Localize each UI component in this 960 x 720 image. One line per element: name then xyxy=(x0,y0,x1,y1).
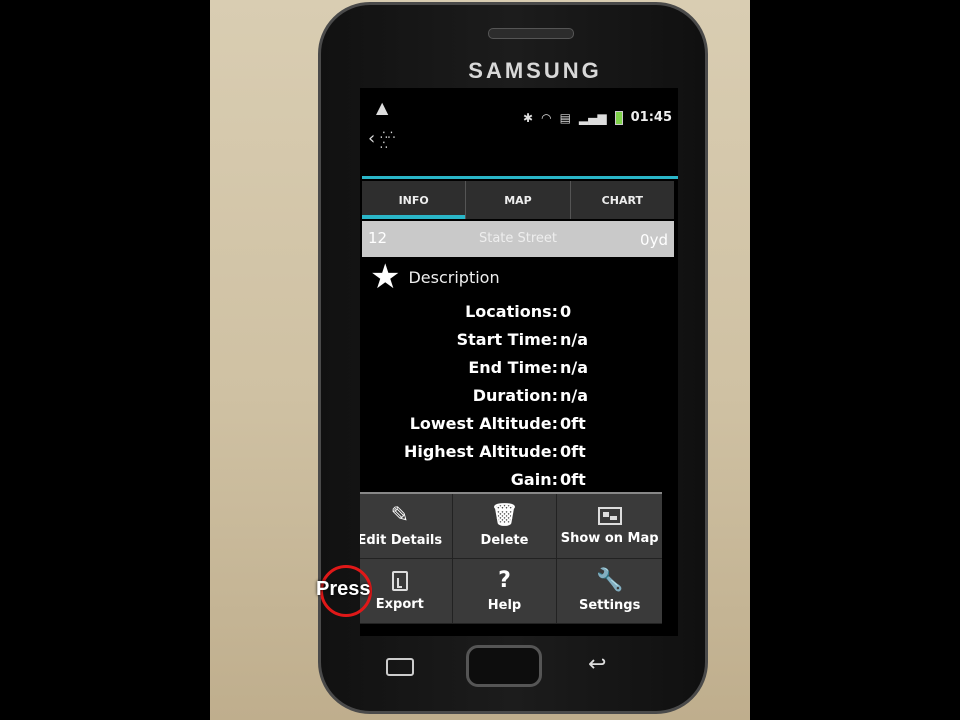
bluetooth-icon: ✱ xyxy=(523,110,534,125)
question-mark-icon: ? xyxy=(498,567,511,593)
stat-locations: Locations: 0 xyxy=(360,302,678,330)
hardware-home-button[interactable] xyxy=(466,645,542,687)
stat-value: 0 xyxy=(560,302,572,321)
stat-label: End Time: xyxy=(468,358,558,377)
description-row: ★ Description xyxy=(370,260,500,294)
stat-lowest-altitude: Lowest Altitude: 0ft xyxy=(360,414,678,442)
export-icon xyxy=(391,570,408,591)
app-bar-divider xyxy=(362,176,678,179)
settings-button[interactable]: 🔧 Settings xyxy=(557,559,662,624)
stat-label: Duration: xyxy=(472,386,558,405)
tab-chart[interactable]: CHART xyxy=(571,181,674,219)
back-icon[interactable]: ‹ xyxy=(368,128,375,149)
signal-icon: ▂▄▆ xyxy=(578,110,607,125)
track-title-row: 12 State Street 0yd xyxy=(362,221,674,257)
stat-label: Gain: xyxy=(510,470,558,489)
map-icon xyxy=(597,506,622,525)
stat-highest-altitude: Highest Altitude: 0ft xyxy=(360,442,678,470)
help-button[interactable]: ? Help xyxy=(452,559,558,624)
press-indicator-label: Press xyxy=(316,578,371,600)
options-menu: ✎ Edit Details 🗑 Delete Show on Map Expo… xyxy=(360,492,662,624)
edit-details-button[interactable]: ✎ Edit Details xyxy=(360,494,453,559)
stat-value: n/a xyxy=(560,330,589,349)
hardware-menu-key[interactable] xyxy=(386,658,414,676)
tab-bar: INFO MAP CHART xyxy=(362,181,674,219)
stat-label: Start Time: xyxy=(456,330,558,349)
track-distance: 0yd xyxy=(640,231,668,249)
show-on-map-label: Show on Map xyxy=(560,530,659,546)
stat-value: 0ft xyxy=(560,442,586,461)
wifi-icon: ◠ xyxy=(541,110,552,125)
status-time: 01:45 xyxy=(630,110,672,125)
track-name: State Street xyxy=(478,231,558,246)
stat-value: 0ft xyxy=(560,414,586,433)
wrench-icon: 🔧 xyxy=(595,567,624,593)
edit-details-label: Edit Details xyxy=(360,532,443,548)
stat-value: 0ft xyxy=(560,470,586,489)
delete-label: Delete xyxy=(480,532,529,548)
export-label: Export xyxy=(375,596,424,612)
earpiece-speaker xyxy=(488,28,574,39)
stat-end-time: End Time: n/a xyxy=(360,358,678,386)
phone-screen: ▲ ✱ ◠ ▤ ▂▄▆ 01:45 ‹ ∴∴ ∴ INFO MAP CHART 1… xyxy=(360,88,678,636)
status-bar: ▲ ✱ ◠ ▤ ▂▄▆ 01:45 xyxy=(360,88,678,132)
hardware-back-key[interactable]: ↩ xyxy=(588,652,606,677)
brand-logo: SAMSUNG xyxy=(468,58,602,83)
stat-start-time: Start Time: n/a xyxy=(360,330,678,358)
tab-info[interactable]: INFO xyxy=(362,181,467,219)
stat-value: n/a xyxy=(560,358,589,377)
settings-label: Settings xyxy=(578,597,641,613)
sd-card-icon: ▤ xyxy=(559,110,571,125)
export-button[interactable]: Export xyxy=(360,559,453,624)
show-on-map-button[interactable]: Show on Map xyxy=(557,494,662,559)
stat-value: n/a xyxy=(560,386,589,405)
help-label: Help xyxy=(487,597,522,613)
app-bar: ‹ ∴∴ ∴ xyxy=(360,128,678,164)
warning-icon: ▲ xyxy=(376,98,389,117)
star-icon[interactable]: ★ xyxy=(370,260,400,294)
tab-map[interactable]: MAP xyxy=(466,181,571,219)
battery-icon xyxy=(614,110,623,125)
stat-label: Locations: xyxy=(465,302,558,321)
stat-duration: Duration: n/a xyxy=(360,386,678,414)
stat-label: Lowest Altitude: xyxy=(409,414,558,433)
pencil-icon: ✎ xyxy=(390,502,410,528)
trash-icon: 🗑 xyxy=(490,502,519,528)
description-label: Description xyxy=(408,267,500,287)
app-logo-paws-icon[interactable]: ∴∴ ∴ xyxy=(380,129,395,151)
stat-label: Highest Altitude: xyxy=(403,442,558,461)
delete-button[interactable]: 🗑 Delete xyxy=(452,494,558,559)
